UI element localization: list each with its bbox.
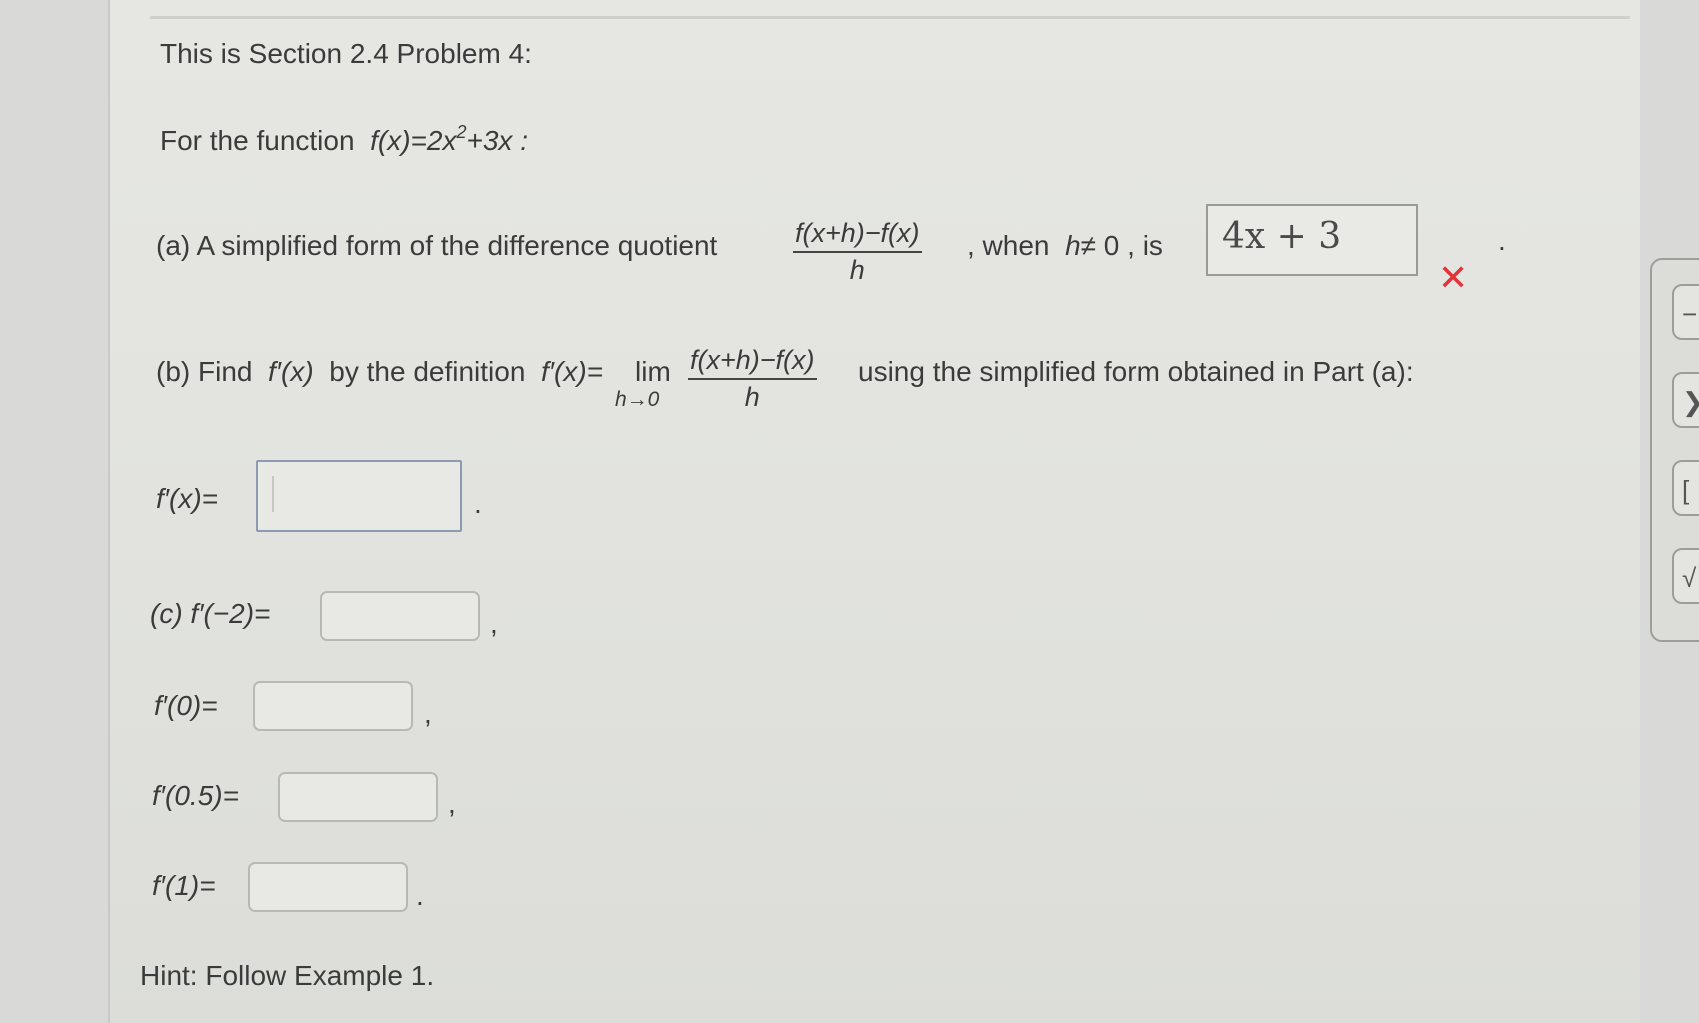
part-a-period: . xyxy=(1498,225,1506,256)
fprime-0-label: f′(0)= xyxy=(154,690,218,721)
minus-icon[interactable]: − xyxy=(1672,284,1699,340)
fprime-0-comma: , xyxy=(424,698,432,729)
part-b-line: (b) Find f′(x) by the definition f′(x)= xyxy=(156,356,604,387)
fprime-period: . xyxy=(474,488,482,519)
hint-text: Hint: Follow Example 1. xyxy=(140,960,435,991)
fprime-0-input[interactable] xyxy=(253,681,413,731)
part-a-condition: , when h≠ 0 , is xyxy=(967,230,1163,261)
function-expression: f(x)=2x2+3x : xyxy=(370,122,528,156)
fprime-input[interactable] xyxy=(256,460,462,532)
function-intro: For the function xyxy=(160,125,355,156)
bracket-icon[interactable]: [ xyxy=(1672,460,1699,516)
part-a-frac-denominator: h xyxy=(849,255,865,285)
part-a-answer-field[interactable]: 4x + 3 xyxy=(1206,204,1418,276)
chevron-right-icon[interactable]: ❯ xyxy=(1672,372,1699,428)
side-toolbar: − ❯ [ √ xyxy=(1650,258,1699,642)
part-b-suffix: using the simplified form obtained in Pa… xyxy=(858,356,1414,387)
fprime-1-period: . xyxy=(416,880,424,911)
fprime-05-label: f′(0.5)= xyxy=(152,780,239,811)
fprime-m2-comma: , xyxy=(490,608,498,639)
fprime-m2-label: (c) f′(−2)= xyxy=(150,598,271,629)
limit-label: lim xyxy=(635,356,671,387)
function-line: For the function f(x)=2x2+3x : xyxy=(160,122,528,157)
problem-heading: This is Section 2.4 Problem 4: xyxy=(160,38,532,69)
part-a-difference-quotient: f(x+h)−f(x) h xyxy=(793,218,922,286)
limit-subscript: h→0 xyxy=(615,388,660,411)
fprime-1-label: f′(1)= xyxy=(152,870,216,901)
wrong-x-icon: ✕ xyxy=(1438,258,1469,299)
fprime-05-comma: , xyxy=(448,788,456,819)
fprime-label: f′(x)= xyxy=(156,483,219,514)
part-b-frac-denominator: h xyxy=(744,382,760,412)
fprime-m2-input[interactable] xyxy=(320,591,480,641)
part-b-difference-quotient: f(x+h)−f(x) h xyxy=(688,345,817,413)
part-b-frac-numerator: f(x+h)−f(x) xyxy=(688,345,817,380)
fprime-05-input[interactable] xyxy=(278,772,438,822)
top-divider xyxy=(150,16,1630,19)
sqrt-icon[interactable]: √ xyxy=(1672,548,1699,604)
problem-page: This is Section 2.4 Problem 4: For the f… xyxy=(108,0,1640,1023)
part-a-frac-numerator: f(x+h)−f(x) xyxy=(793,218,922,253)
fprime-1-input[interactable] xyxy=(248,862,408,912)
part-a-prefix: (a) A simplified form of the difference … xyxy=(156,230,718,261)
text-caret xyxy=(272,476,274,512)
